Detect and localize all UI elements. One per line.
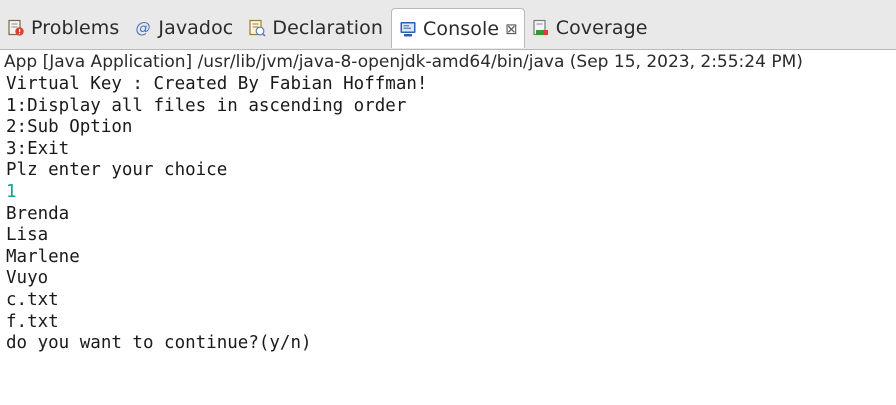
console-line: 3:Exit — [6, 138, 70, 159]
tab-coverage[interactable]: Coverage — [525, 8, 656, 48]
declaration-icon — [248, 19, 266, 37]
tab-declaration[interactable]: Declaration — [241, 8, 391, 48]
console-line: Lisa — [6, 225, 49, 246]
console-line: Brenda — [6, 203, 70, 224]
console-line: 1:Display all files in ascending order — [6, 95, 407, 116]
javadoc-icon: @ — [134, 19, 152, 37]
console-user-input: 1 — [6, 181, 17, 202]
coverage-icon — [532, 19, 550, 37]
tab-label: Coverage — [555, 17, 648, 39]
view-tab-bar: Problems @ Javadoc Declaration Console ⊠… — [0, 0, 896, 50]
console-line: Virtual Key : Created By Fabian Hoffman! — [6, 74, 428, 94]
console-line: f.txt — [6, 311, 59, 332]
tab-label: Javadoc — [158, 17, 234, 39]
close-icon[interactable]: ⊠ — [505, 20, 518, 38]
console-line: c.txt — [6, 289, 59, 310]
tab-label: Console — [423, 17, 500, 40]
tab-javadoc[interactable]: @ Javadoc — [127, 8, 241, 48]
console-line: 2:Sub Option — [6, 117, 133, 138]
console-line: Marlene — [6, 246, 80, 267]
svg-text:@: @ — [136, 19, 151, 37]
tab-console[interactable]: Console ⊠ — [391, 8, 525, 48]
launch-description: App [Java Application] /usr/lib/jvm/java… — [4, 52, 803, 72]
console-line: Plz enter your choice — [6, 160, 228, 181]
tab-label: Problems — [31, 17, 120, 39]
console-icon — [399, 20, 417, 38]
console-line: do you want to continue?(y/n) — [6, 333, 312, 354]
problems-icon — [7, 19, 25, 37]
tab-problems[interactable]: Problems — [0, 8, 127, 48]
tab-list: Problems @ Javadoc Declaration Console ⊠… — [0, 8, 656, 48]
console-output[interactable]: Virtual Key : Created By Fabian Hoffman!… — [6, 74, 892, 404]
console-line: Vuyo — [6, 268, 49, 289]
tab-label: Declaration — [272, 17, 383, 39]
